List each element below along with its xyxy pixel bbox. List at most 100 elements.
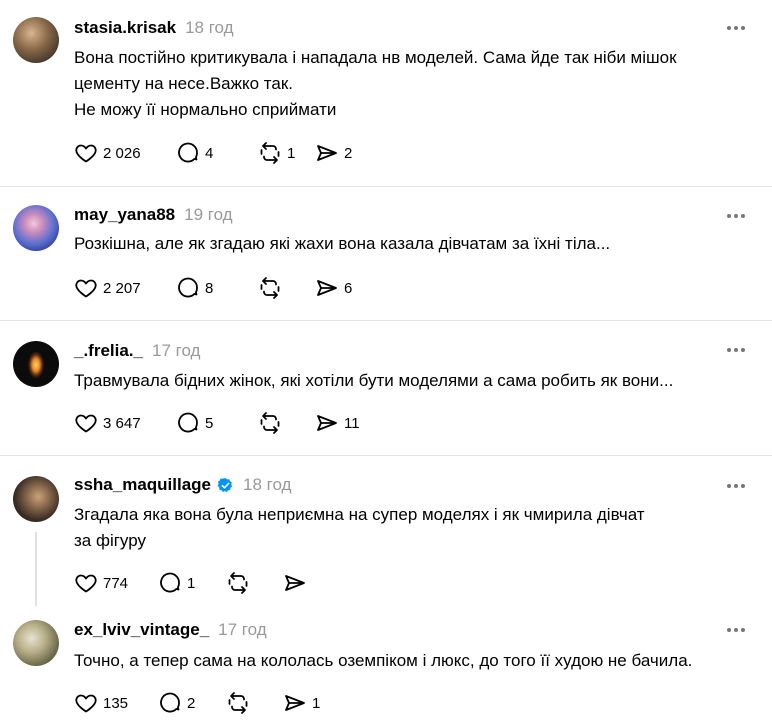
like-button[interactable]: 135 — [74, 689, 158, 717]
reply-count: 4 — [205, 144, 214, 162]
like-button[interactable]: 3 647 — [74, 409, 176, 437]
reply-button[interactable]: 5 — [176, 409, 258, 437]
post-5: ex_lviv_vintage_ 17 год Точно, а тепер с… — [0, 606, 772, 727]
post-header: ssha_maquillage 18 год — [74, 473, 291, 497]
repost-icon — [260, 412, 280, 434]
more-icon[interactable] — [727, 211, 751, 221]
reply-count: 8 — [205, 279, 214, 297]
repost-button[interactable] — [258, 409, 315, 437]
share-button[interactable]: 1 — [283, 689, 320, 717]
repost-button[interactable] — [226, 569, 283, 597]
more-icon[interactable] — [727, 345, 751, 355]
post-text-line: Точно, а тепер сама на кололась оземпіко… — [74, 651, 693, 670]
post-header: ex_lviv_vintage_ 17 год — [74, 618, 267, 642]
username[interactable]: may_yana88 — [74, 205, 175, 225]
repost-icon — [228, 692, 248, 714]
avatar[interactable] — [13, 205, 59, 251]
timestamp[interactable]: 17 год — [152, 341, 200, 361]
avatar[interactable] — [13, 620, 59, 666]
like-button[interactable]: 774 — [74, 569, 158, 597]
post-1: stasia.krisak 18 год Вона постійно крити… — [0, 0, 772, 186]
share-count: 11 — [344, 414, 360, 432]
comment-icon — [178, 142, 198, 163]
reply-count: 2 — [187, 694, 196, 712]
repost-count: 1 — [287, 144, 296, 162]
reply-count: 1 — [187, 574, 196, 592]
post-header: stasia.krisak 18 год — [74, 16, 234, 40]
post-actions: 135 2 1 — [74, 689, 320, 717]
reply-button[interactable]: 1 — [158, 569, 226, 597]
like-count: 2 026 — [103, 144, 141, 162]
share-button[interactable]: 11 — [315, 409, 360, 437]
avatar[interactable] — [13, 17, 59, 63]
more-icon[interactable] — [727, 625, 751, 635]
share-icon — [285, 575, 305, 591]
like-count: 2 207 — [103, 279, 141, 297]
username[interactable]: ex_lviv_vintage_ — [74, 620, 209, 640]
comment-icon — [160, 572, 180, 593]
share-icon — [317, 415, 337, 431]
repost-icon — [228, 572, 248, 594]
share-count: 6 — [344, 279, 353, 297]
share-button[interactable]: 2 — [315, 139, 352, 167]
post-text-line: цементу на несе.Важко так. — [74, 74, 293, 93]
username[interactable]: _.frelia._ — [74, 341, 143, 361]
post-text: Розкішна, але як згадаю які жахи вона ка… — [74, 231, 764, 257]
reply-button[interactable]: 4 — [176, 139, 258, 167]
like-button[interactable]: 2 026 — [74, 139, 176, 167]
heart-icon — [75, 279, 97, 298]
timestamp[interactable]: 17 год — [218, 620, 266, 640]
share-button[interactable] — [283, 569, 307, 597]
post-text: Вона постійно критикувала і нападала нв … — [74, 45, 764, 123]
post-actions: 2 026 4 1 2 — [74, 139, 352, 167]
verified-badge-icon — [217, 477, 233, 492]
repost-button[interactable] — [226, 689, 283, 717]
reply-button[interactable]: 8 — [176, 274, 258, 302]
comment-icon — [160, 692, 180, 713]
thread-line — [35, 532, 37, 606]
post-text: Травмувала бідних жінок, які хотіли бути… — [74, 368, 764, 394]
username[interactable]: stasia.krisak — [74, 18, 176, 38]
repost-icon — [260, 142, 280, 164]
post-text-line: Вона постійно критикувала і нападала нв … — [74, 48, 677, 67]
repost-icon — [260, 277, 280, 299]
post-2: may_yana88 19 год Розкішна, але як згада… — [0, 187, 772, 320]
post-text: Точно, а тепер сама на кололась оземпіко… — [74, 648, 764, 674]
post-4: ssha_maquillage 18 год Згадала яка вона … — [0, 456, 772, 606]
post-text-line: Згадала яка вона була неприємна на супер… — [74, 505, 645, 524]
more-icon[interactable] — [727, 23, 751, 33]
comment-icon — [178, 277, 198, 298]
post-actions: 774 1 — [74, 569, 307, 597]
avatar[interactable] — [13, 476, 59, 522]
timestamp[interactable]: 19 год — [184, 205, 232, 225]
heart-icon — [75, 144, 97, 163]
post-actions: 2 207 8 6 — [74, 274, 352, 302]
post-text-line: Розкішна, але як згадаю які жахи вона ка… — [74, 234, 611, 253]
reply-count: 5 — [205, 414, 214, 432]
comment-icon — [178, 412, 198, 433]
post-text-line: за фігуру — [74, 531, 147, 550]
post-text: Згадала яка вона була неприємна на супер… — [74, 502, 764, 554]
share-count: 1 — [312, 694, 321, 712]
share-icon — [317, 280, 337, 296]
reply-button[interactable]: 2 — [158, 689, 226, 717]
like-count: 3 647 — [103, 414, 141, 432]
timestamp[interactable]: 18 год — [185, 18, 233, 38]
like-count: 774 — [103, 574, 129, 592]
post-text-line: Травмувала бідних жінок, які хотіли бути… — [74, 371, 674, 390]
post-header: _.frelia._ 17 год — [74, 339, 200, 363]
share-count: 2 — [344, 144, 353, 162]
repost-button[interactable] — [258, 274, 315, 302]
share-button[interactable]: 6 — [315, 274, 352, 302]
post-header: may_yana88 19 год — [74, 203, 233, 227]
heart-icon — [75, 574, 97, 593]
like-button[interactable]: 2 207 — [74, 274, 176, 302]
avatar[interactable] — [13, 341, 59, 387]
timestamp[interactable]: 18 год — [243, 475, 291, 495]
username[interactable]: ssha_maquillage — [74, 475, 211, 495]
repost-button[interactable]: 1 — [258, 139, 315, 167]
like-count: 135 — [103, 694, 129, 712]
heart-icon — [75, 414, 97, 433]
share-icon — [317, 145, 337, 161]
more-icon[interactable] — [727, 481, 751, 491]
